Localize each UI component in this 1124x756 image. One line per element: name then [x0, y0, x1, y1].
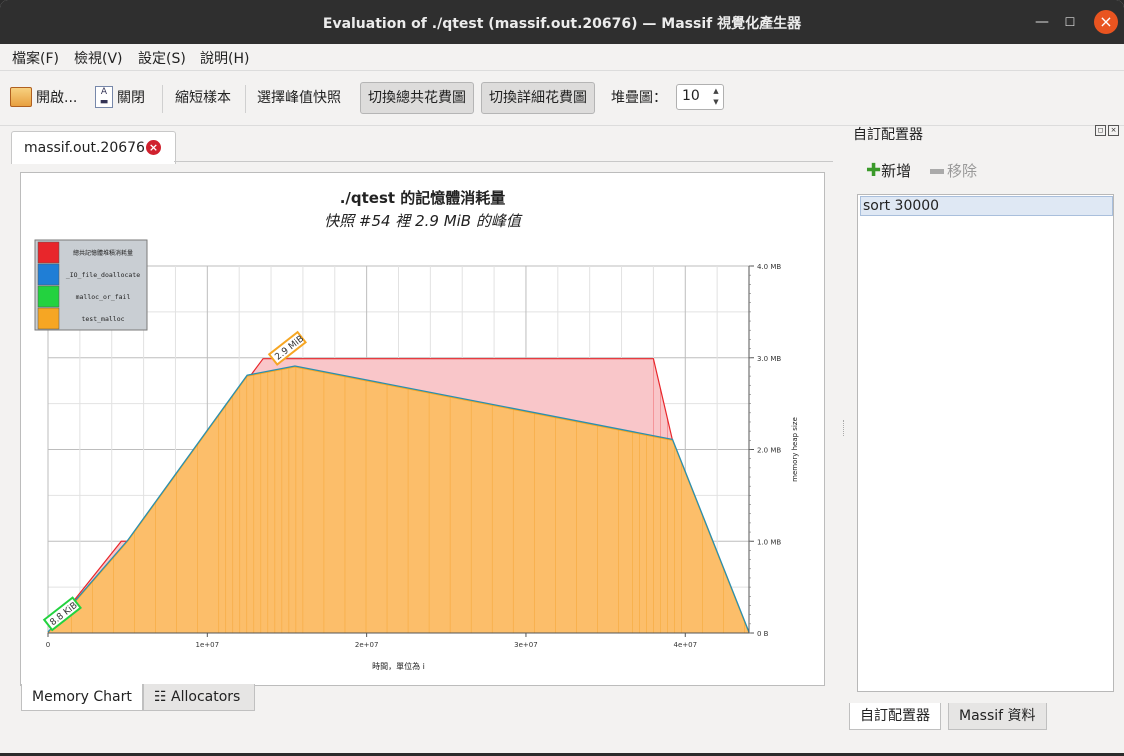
stack-label: 堆疊圖：: [611, 90, 667, 106]
tab-memory-chart[interactable]: Memory Chart: [21, 684, 143, 711]
close-button[interactable]: A ▬ 關閉: [95, 86, 145, 109]
menu-bar: 檔案(F) 檢視(V) 設定(S) 說明(H): [0, 44, 1124, 70]
menu-settings[interactable]: 設定(S): [138, 48, 186, 68]
folder-open-icon: [10, 87, 32, 107]
y-axis-label: memory heap size: [791, 417, 799, 482]
menu-view[interactable]: 檢視(V): [74, 48, 123, 68]
legend-swatch: [37, 285, 60, 308]
legend-swatch: [37, 263, 60, 286]
document-tab-label: massif.out.20676: [24, 140, 145, 156]
x-tick-label: 2e+07: [355, 641, 379, 649]
allocator-list[interactable]: sort 30000: [857, 194, 1114, 692]
remove-allocator-button[interactable]: 移除: [930, 160, 977, 181]
list-item[interactable]: sort 30000: [860, 196, 1113, 216]
toggle-total-button[interactable]: 切換總共花費圖: [360, 82, 474, 114]
memory-chart: ./qtest 的記憶體消耗量 快照 #54 裡 2.9 MiB 的峰值 0 1e…: [20, 172, 825, 686]
y-tick-label: 2.0 MB: [757, 447, 781, 455]
tab-massif-data[interactable]: Massif 資料: [948, 703, 1047, 730]
menu-file[interactable]: 檔案(F): [12, 48, 59, 68]
maximize-icon[interactable]: ☐: [1058, 10, 1082, 34]
y-tick-label: 1.0 MB: [757, 538, 781, 546]
toolbar-separator: [162, 85, 163, 113]
toolbar-separator: [245, 85, 246, 113]
x-tick-label: 1e+07: [196, 641, 220, 649]
toolbar: 開啟... A ▬ 關閉 縮短樣本 選擇峰值快照 切換總共花費圖 切換詳細花費圖 堆…: [0, 70, 1124, 126]
tab-allocators-label: Allocators: [171, 689, 241, 705]
menu-help[interactable]: 說明(H): [200, 48, 249, 68]
y-tick-label: 4.0 MB: [757, 263, 781, 271]
window-title: Evaluation of ./qtest (massif.out.20676)…: [322, 16, 802, 32]
close-tab-icon[interactable]: ×: [146, 140, 161, 155]
title-bar: Evaluation of ./qtest (massif.out.20676)…: [0, 0, 1124, 44]
y-tick-label: 0 B: [757, 630, 769, 638]
spin-down-icon[interactable]: ▼: [710, 97, 722, 108]
tab-allocators[interactable]: ☷ Allocators: [143, 684, 255, 711]
add-label: 新增: [881, 162, 912, 180]
list-icon: ☷: [154, 689, 172, 705]
x-axis-label: 時間，單位為 i: [372, 661, 425, 671]
legend-label: test_malloc: [81, 315, 124, 323]
tab-divider: [174, 161, 833, 162]
plus-icon: ✚: [866, 160, 882, 181]
open-label: 開啟...: [36, 90, 78, 106]
tab-custom-allocators[interactable]: 自訂配置器: [849, 703, 941, 730]
dock-float-icon[interactable]: ◻: [1095, 125, 1106, 136]
legend-label: 總共記憶體堆積消耗量: [73, 249, 133, 257]
minus-icon: [930, 169, 944, 174]
pane-splitter[interactable]: [843, 420, 848, 436]
shorten-samples-button[interactable]: 縮短樣本: [175, 87, 231, 109]
dock-close-icon[interactable]: ×: [1108, 125, 1119, 136]
legend-swatch: [37, 241, 60, 264]
close-window-icon[interactable]: ×: [1094, 10, 1118, 34]
legend-swatch: [37, 307, 60, 330]
add-allocator-button[interactable]: ✚新增: [866, 160, 911, 181]
stack-value: 10: [682, 88, 700, 104]
open-button[interactable]: 開啟...: [10, 87, 77, 109]
app-window: Evaluation of ./qtest (massif.out.20676)…: [0, 0, 1124, 753]
legend-label: malloc_or_fail: [76, 293, 131, 301]
stack-spinbox[interactable]: 10 ▲ ▼: [676, 84, 724, 110]
spin-up-icon[interactable]: ▲: [710, 86, 722, 97]
minimize-icon[interactable]: —: [1030, 10, 1054, 34]
y-tick-label: 3.0 MB: [757, 355, 781, 363]
x-tick-label: 4e+07: [673, 641, 697, 649]
dock-title: 自訂配置器: [853, 127, 923, 143]
x-tick-label: 0: [46, 641, 50, 649]
remove-label: 移除: [947, 162, 978, 180]
close-label: 關閉: [117, 90, 145, 106]
toggle-detail-button[interactable]: 切換詳細花費圖: [481, 82, 595, 114]
document-tab[interactable]: massif.out.20676 ×: [11, 131, 176, 164]
x-tick-label: 3e+07: [514, 641, 538, 649]
document-close-icon: A ▬: [95, 86, 113, 108]
chart-plot: 0 1e+07 2e+07 3e+07 4e+07 0 B 1.0 MB 2.0 MB 3.0 …: [34, 239, 799, 671]
legend-label: _IO_file_doallocate: [66, 271, 140, 279]
select-peak-button[interactable]: 選擇峰值快照: [257, 87, 341, 109]
